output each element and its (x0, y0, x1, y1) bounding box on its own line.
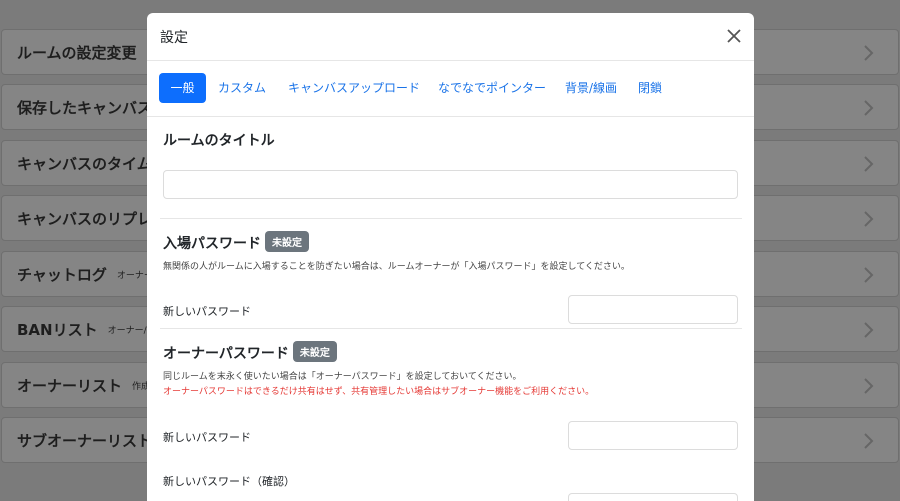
list-item-title: キャンバスのタイムシ (17, 154, 167, 173)
modal-title: 設定 (160, 30, 188, 46)
chevron-right-icon (864, 156, 874, 172)
list-item-title: サブオーナーリスト (17, 431, 153, 450)
tab-custom[interactable]: カスタム (218, 73, 266, 103)
chevron-right-icon (864, 45, 874, 61)
chevron-right-icon (864, 267, 874, 283)
list-item-title: キャンバスのリプレイ (17, 209, 168, 228)
list-item-title: 保存したキャンバス (17, 98, 153, 117)
status-badge: 未設定 (265, 231, 309, 252)
entry-password-title: 入場パスワード (163, 236, 261, 252)
tab-canvas-upload[interactable]: キャンバスアップロード (288, 73, 420, 103)
tab-background-lineart[interactable]: 背景/線画 (565, 73, 617, 103)
tab-close-room[interactable]: 閉鎖 (638, 73, 662, 103)
chevron-right-icon (864, 100, 874, 116)
modal-header: 設定 (147, 13, 754, 61)
tab-general[interactable]: 一般 (159, 73, 206, 103)
list-item-title: チャットログ (17, 265, 107, 284)
chevron-right-icon (864, 433, 874, 449)
tab-nadenade-pointer[interactable]: なでなでポインター (438, 73, 546, 103)
entry-new-password-input[interactable] (568, 295, 738, 324)
list-item-title: ルームの設定変更 (17, 43, 137, 62)
owner-new-password-label: 新しいパスワード (163, 431, 251, 444)
owner-new-password-input[interactable] (568, 421, 738, 450)
entry-password-heading: 入場パスワード 未設定 (163, 231, 309, 253)
owner-password-title: オーナーパスワード (163, 346, 289, 362)
room-title-input[interactable] (163, 170, 738, 199)
chevron-right-icon (864, 211, 874, 227)
owner-password-warning: オーナーパスワードはできるだけ共有はせず、共有管理したい場合はサブオーナー機能を… (163, 387, 595, 397)
divider (160, 218, 742, 219)
close-icon[interactable] (724, 26, 744, 46)
entry-password-description: 無関係の人がルームに入場することを防ぎたい場合は、ルームオーナーが「入場パスワー… (163, 262, 630, 272)
owner-password-heading: オーナーパスワード 未設定 (163, 341, 337, 363)
owner-confirm-password-input[interactable] (568, 493, 738, 501)
owner-confirm-password-label: 新しいパスワード（確認） (163, 475, 295, 488)
list-item-title: オーナーリスト (17, 376, 123, 395)
divider (160, 328, 742, 329)
chevron-right-icon (864, 378, 874, 394)
chevron-right-icon (864, 322, 874, 338)
list-item-title: BANリスト (17, 320, 98, 339)
settings-modal: 設定 一般 カスタム キャンバスアップロード なでなでポインター 背景/線画 閉… (147, 13, 754, 501)
room-title-heading: ルームのタイトル (163, 133, 275, 149)
owner-password-description: 同じルームを末永く使いたい場合は「オーナーパスワード」を設定しておいてください。 (163, 372, 522, 382)
settings-tabs: 一般 カスタム キャンバスアップロード なでなでポインター 背景/線画 閉鎖 (147, 61, 754, 117)
entry-new-password-label: 新しいパスワード (163, 305, 251, 318)
status-badge: 未設定 (292, 341, 337, 362)
